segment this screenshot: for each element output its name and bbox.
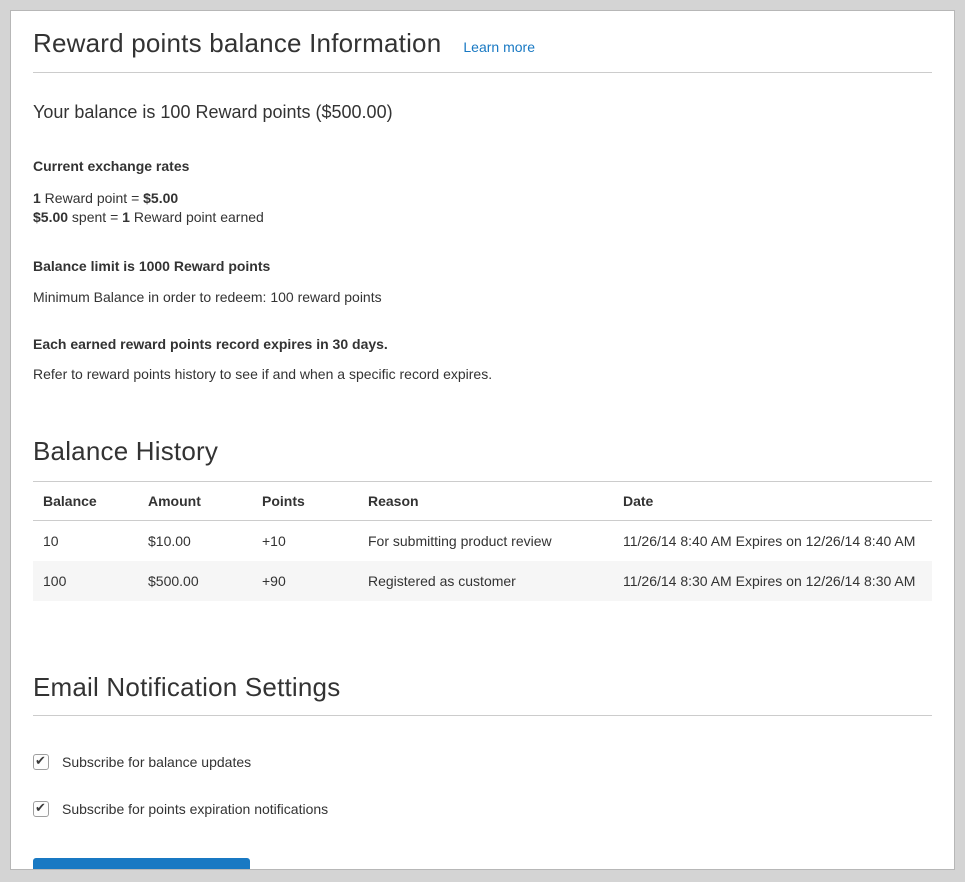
rate2-text: spent = [68,209,122,225]
rate1-text: Reward point = [41,190,143,206]
cell-reason: Registered as customer [358,561,613,601]
table-header: Balance Amount Points Reason Date [33,482,932,521]
balance-summary: Your balance is 100 Reward points ($500.… [33,102,932,122]
exchange-rate-line-2: $5.00 spent = 1 Reward point earned [33,208,932,227]
table-header-row: Balance Amount Points Reason Date [33,482,932,521]
rate2-tail: Reward point earned [130,209,264,225]
table-row: 100 $500.00 +90 Registered as customer 1… [33,561,932,601]
column-header-date: Date [613,482,932,521]
column-header-amount: Amount [138,482,252,521]
rate2-points: 1 [122,209,130,225]
table-row: 10 $10.00 +10 For submitting product rev… [33,521,932,562]
rate2-amount: $5.00 [33,209,68,225]
balance-history-table: Balance Amount Points Reason Date 10 $10… [33,481,932,601]
balance-updates-checkbox[interactable]: ✔ [33,754,49,770]
points-expiration-label: Subscribe for points expiration notifica… [62,801,328,817]
reward-points-panel: Reward points balance Information Learn … [10,10,955,870]
cell-points: +90 [252,561,358,601]
cell-date: 11/26/14 8:40 AM Expires on 12/26/14 8:4… [613,521,932,562]
email-notification-title: Email Notification Settings [33,671,932,703]
save-subscription-settings-button[interactable]: Save Subscription Settings [33,858,250,870]
exchange-rates-lines: 1 Reward point = $5.00 $5.00 spent = 1 R… [33,189,932,227]
points-expiration-row: ✔ Subscribe for points expiration notifi… [33,801,932,817]
cell-reason: For submitting product review [358,521,613,562]
column-header-points: Points [252,482,358,521]
page-title: Reward points balance Information [33,27,441,59]
exchange-rate-line-1: 1 Reward point = $5.00 [33,189,932,208]
points-expiration-checkbox[interactable]: ✔ [33,801,49,817]
checkmark-icon: ✔ [35,753,46,769]
rate1-amount: $5.00 [143,190,178,206]
expiration-label: Each earned reward points record expires… [33,337,932,352]
cell-date: 11/26/14 8:30 AM Expires on 12/26/14 8:3… [613,561,932,601]
learn-more-link[interactable]: Learn more [463,39,535,55]
expiration-note: Refer to reward points history to see if… [33,367,932,382]
balance-limit-label: Balance limit is 1000 Reward points [33,259,932,274]
cell-amount: $10.00 [138,521,252,562]
cell-balance: 100 [33,561,138,601]
rate1-points: 1 [33,190,41,206]
header-divider [33,72,932,73]
exchange-rates-heading: Current exchange rates [33,159,932,174]
cell-points: +10 [252,521,358,562]
cell-amount: $500.00 [138,561,252,601]
cell-balance: 10 [33,521,138,562]
checkmark-icon: ✔ [35,800,46,816]
balance-history-title: Balance History [33,435,932,467]
notification-divider [33,715,932,716]
minimum-balance-label: Minimum Balance in order to redeem: 100 … [33,290,932,305]
balance-updates-label: Subscribe for balance updates [62,754,251,770]
column-header-balance: Balance [33,482,138,521]
balance-updates-row: ✔ Subscribe for balance updates [33,754,932,770]
column-header-reason: Reason [358,482,613,521]
page-header: Reward points balance Information Learn … [33,11,932,59]
